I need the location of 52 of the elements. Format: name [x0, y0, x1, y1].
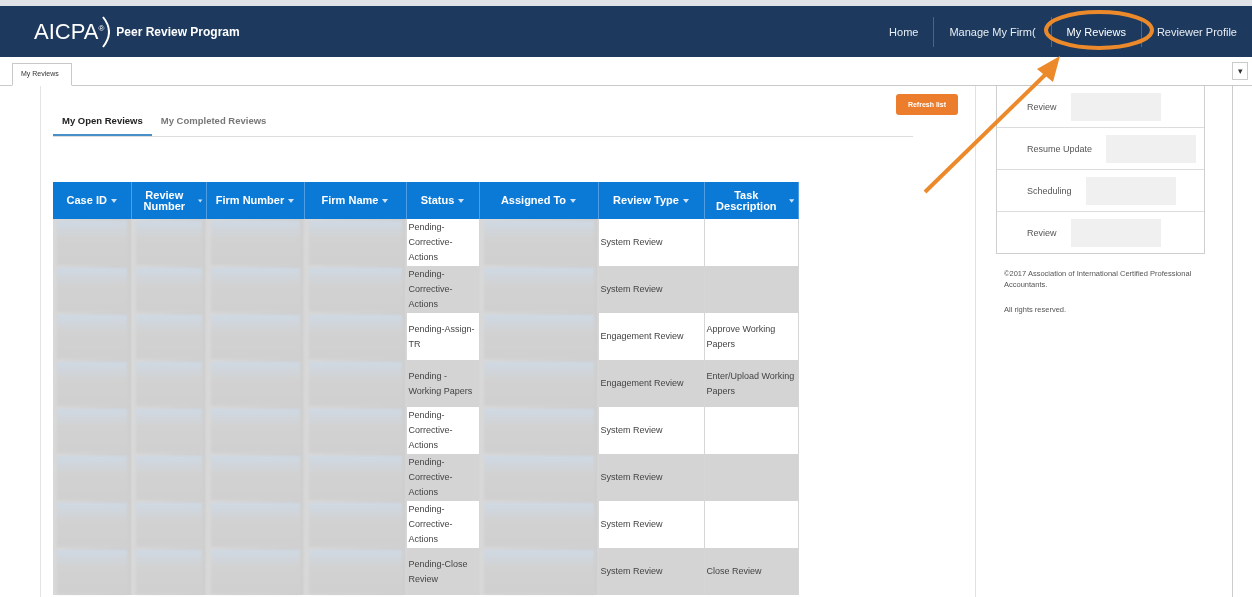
- status-text: Pending-Corrective-Actions: [408, 222, 453, 262]
- column-header[interactable]: Review Number: [131, 182, 206, 219]
- review-tab[interactable]: My Open Reviews: [53, 108, 152, 136]
- task-text: Enter/Upload Working Papers: [706, 370, 795, 396]
- nav-link[interactable]: Manage My Firm(: [933, 16, 1051, 47]
- side-list-item[interactable]: Review: [1027, 101, 1057, 112]
- review-type-text: System Review: [600, 284, 663, 294]
- review-type-text: System Review: [600, 472, 663, 482]
- status-text: Pending-Corrective-Actions: [408, 457, 453, 497]
- sort-icon: [198, 198, 203, 203]
- nav-link[interactable]: Reviewer Profile: [1140, 16, 1252, 47]
- review-type-text: System Review: [600, 425, 663, 435]
- review-type-text: Engagement Review: [600, 378, 684, 388]
- status-text: Pending-Close Review: [408, 558, 468, 584]
- sort-icon: [458, 198, 465, 203]
- logo-text: AICPA$^{®}$: [34, 18, 105, 45]
- task-text: Approve Working Papers: [706, 323, 776, 349]
- blurred-cell: [135, 549, 202, 594]
- status-text: Pending-Corrective-Actions: [408, 410, 453, 450]
- column-header[interactable]: Assigned To: [479, 182, 598, 219]
- sort-icon: [382, 198, 389, 203]
- side-list-item[interactable]: Scheduling: [1027, 185, 1072, 196]
- column-header[interactable]: Firm Number: [206, 182, 304, 219]
- review-type-text: System Review: [600, 237, 663, 247]
- status-text: Pending-Assign-TR: [408, 323, 475, 349]
- side-list-item[interactable]: Resume Update: [1027, 143, 1093, 154]
- status-text: Pending - Working Papers: [408, 370, 473, 396]
- status-text: Pending-Corrective-Actions: [408, 504, 453, 544]
- sort-icon: [110, 198, 117, 203]
- task-text: Close Review: [706, 566, 762, 576]
- column-header[interactable]: Status: [406, 182, 479, 219]
- side-list-item[interactable]: Review: [1027, 227, 1057, 238]
- column-header[interactable]: Review Type: [598, 182, 704, 219]
- nav-link[interactable]: My Reviews: [1050, 16, 1141, 47]
- tab-menu-button[interactable]: ▾: [1232, 62, 1248, 80]
- nav-link[interactable]: Home: [874, 16, 934, 47]
- review-type-text: Engagement Review: [600, 331, 684, 341]
- sort-icon: [570, 198, 577, 203]
- blurred-cell: [57, 549, 127, 594]
- review-tab[interactable]: My Completed Reviews: [151, 108, 276, 136]
- review-type-text: System Review: [600, 519, 663, 529]
- sort-icon: [789, 198, 795, 203]
- column-header[interactable]: Task Description: [704, 182, 798, 219]
- column-header[interactable]: Case ID: [53, 182, 131, 219]
- blurred-cell: [135, 220, 202, 265]
- column-header[interactable]: Firm Name: [304, 182, 406, 219]
- review-type-text: System Review: [600, 566, 663, 576]
- sort-icon: [288, 198, 295, 203]
- status-text: Pending-Corrective-Actions: [408, 269, 453, 309]
- blurred-cell: [57, 220, 127, 265]
- sort-icon: [682, 198, 689, 203]
- program-title: Peer Review Program: [116, 24, 240, 39]
